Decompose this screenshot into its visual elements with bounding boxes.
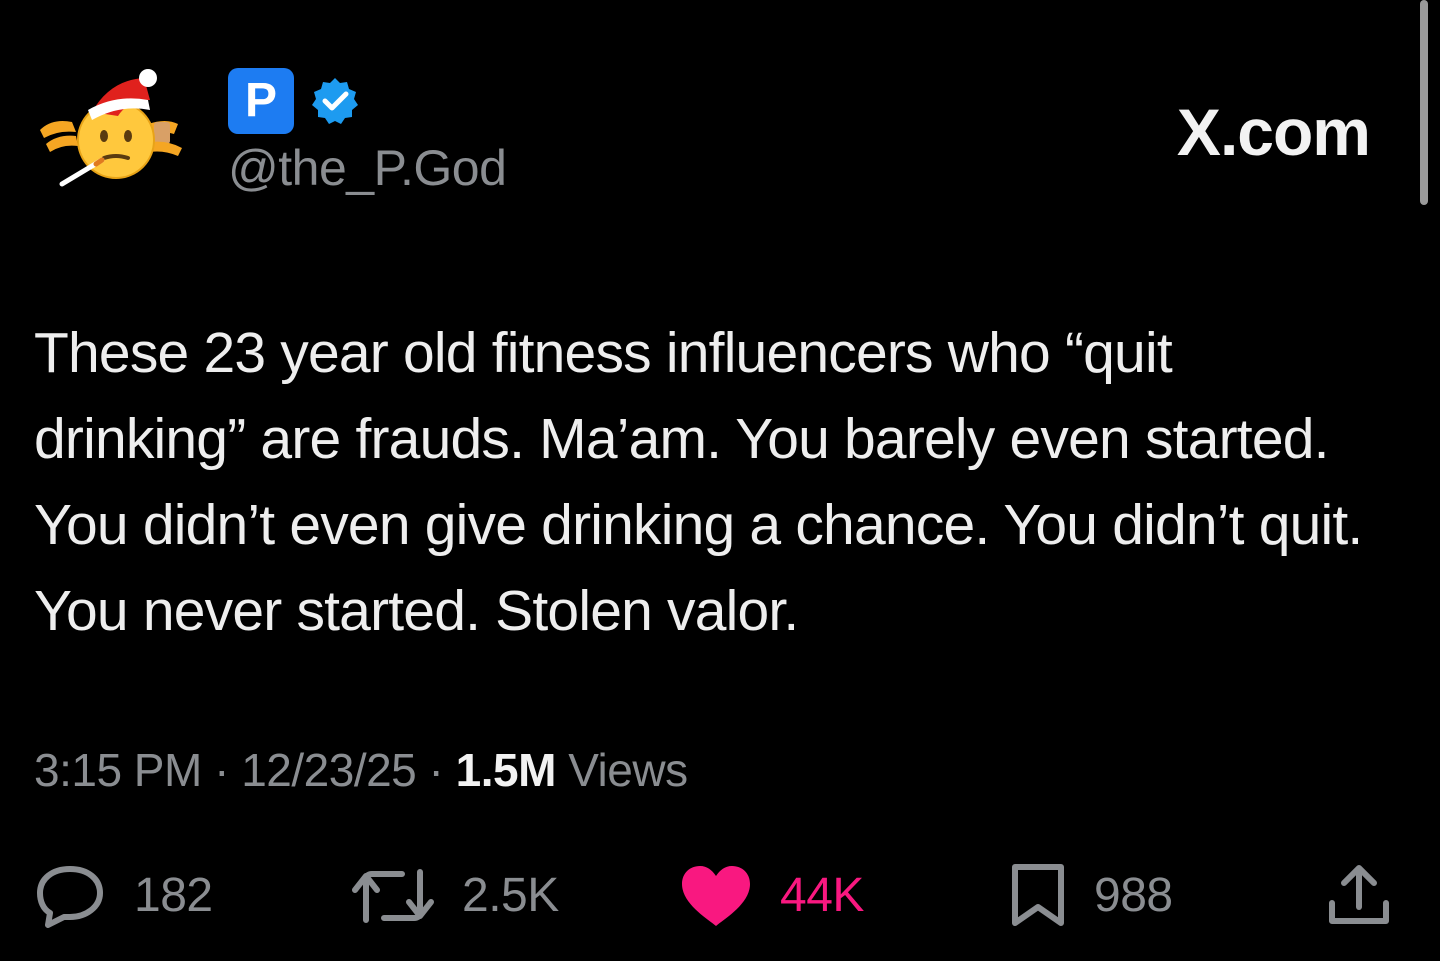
repost-arrows-icon: [352, 869, 434, 923]
share-button[interactable]: [1326, 856, 1392, 936]
display-name-row[interactable]: P: [228, 68, 360, 134]
reply-button[interactable]: 182: [34, 856, 213, 936]
tweet-text: These 23 year old fitness influencers wh…: [34, 321, 1363, 643]
meta-separator: ·: [428, 744, 444, 796]
speech-bubble-icon: [37, 866, 103, 928]
brand-watermark: X.com: [1176, 95, 1371, 169]
tweet-meta: 3:15 PM · 12/23/25 · 1.5M Views: [34, 740, 688, 800]
bookmark-icon: [1012, 864, 1064, 926]
repost-button[interactable]: 2.5K: [352, 856, 559, 936]
user-handle[interactable]: @the_P.God: [228, 138, 507, 198]
scrollbar[interactable]: [1420, 0, 1428, 205]
verified-checkmark-icon: [312, 78, 358, 124]
like-count: 44K: [780, 869, 864, 922]
heart-icon: [682, 866, 750, 926]
tweet-time[interactable]: 3:15 PM: [34, 744, 202, 796]
display-name-badge[interactable]: P: [228, 68, 294, 134]
tweet-date[interactable]: 12/23/25: [241, 744, 417, 796]
views-count: 1.5M: [455, 744, 557, 796]
like-button[interactable]: 44K: [680, 856, 864, 936]
bookmark-button[interactable]: 988: [1010, 856, 1173, 936]
bookmark-count: 988: [1094, 869, 1173, 922]
avatar[interactable]: [32, 60, 192, 190]
reply-count: 182: [134, 869, 213, 922]
views-label: Views: [568, 744, 688, 796]
action-bar: 182 2.5K 44K 988: [0, 856, 1440, 936]
repost-count: 2.5K: [462, 869, 559, 922]
share-upload-icon: [1329, 865, 1389, 924]
meta-separator: ·: [214, 744, 229, 796]
santa-hat-emoji-avatar-icon: [40, 69, 182, 187]
